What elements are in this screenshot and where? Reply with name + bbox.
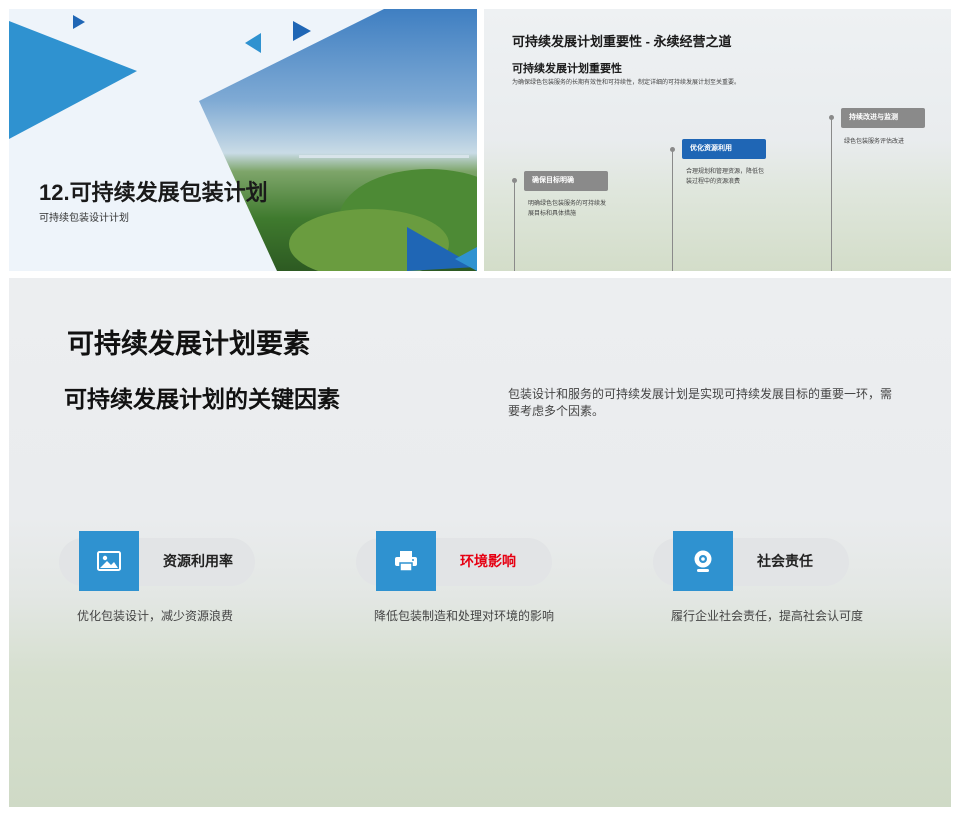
step-desc-line: 展目标和具体措施 <box>528 211 577 217</box>
slide-main[interactable]: 可持续发展计划要素 可持续发展计划的关键因素 包装设计和服务的可持续发展计划是实… <box>9 278 951 807</box>
image-icon <box>97 551 121 571</box>
cover-artwork <box>9 9 477 271</box>
step-desc-line: 绿色包装服务评估改进 <box>844 139 905 145</box>
timeline-dot <box>829 115 834 120</box>
factor-desc: 降低包装制造和处理对环境的影响 <box>374 609 555 623</box>
timeline-dot <box>670 147 675 152</box>
slide3-intro: 包装设计和服务的可持续发展计划是实现可持续发展目标的重要一环，需要考虑多个因素。 <box>508 387 893 418</box>
timeline-line <box>672 150 673 271</box>
step-desc: 绿色包装服务评估改进 <box>844 137 904 147</box>
step-desc-line: 合理规划和管理资源，降低包 <box>686 169 765 175</box>
factor-desc: 优化包装设计，减少资源浪费 <box>77 609 234 623</box>
slide2-title: 可持续发展计划重要性 - 永续经营之道 <box>512 34 732 49</box>
step-desc: 合理规划和管理资源，降低包 装过程中的资源浪费 <box>686 167 764 187</box>
factor-icon-box <box>376 531 436 591</box>
factor-label: 环境影响 <box>460 553 516 569</box>
step-tag: 优化资源利用 <box>682 139 766 159</box>
factor-label: 社会责任 <box>757 553 813 569</box>
step-tag: 确保目标明确 <box>524 171 608 191</box>
slide-thumbnail-1[interactable]: 12.可持续发展包装计划 可持续包装设计计划 <box>9 9 477 271</box>
slide-thumbnail-2[interactable]: 可持续发展计划重要性 - 永续经营之道 可持续发展计划重要性 为确保绿色包装服务… <box>484 9 951 271</box>
slide2-subtitle: 可持续发展计划重要性 <box>512 63 622 75</box>
factor-icon-box <box>79 531 139 591</box>
slide3-heading: 可持续发展计划要素 <box>67 329 310 359</box>
timeline-line <box>831 119 832 271</box>
step-desc: 明确绿色包装服务的可持续发 展目标和具体措施 <box>528 199 606 219</box>
step-tag: 持续改进与监测 <box>841 108 925 128</box>
webcam-icon <box>694 550 712 572</box>
timeline-dot <box>512 178 517 183</box>
slide3-subheading: 可持续发展计划的关键因素 <box>64 386 340 412</box>
slide1-subtitle: 可持续包装设计计划 <box>39 213 129 224</box>
timeline-line <box>514 181 515 271</box>
slide2-intro: 为确保绿色包装服务的长期有效性和可持续性，制定详细的可持续发展计划至关重要。 <box>512 80 741 86</box>
factor-icon-box <box>673 531 733 591</box>
factor-label: 资源利用率 <box>163 553 233 569</box>
step-desc-line: 明确绿色包装服务的可持续发 <box>528 201 607 207</box>
printer-icon <box>395 551 417 572</box>
factor-desc: 履行企业社会责任，提高社会认可度 <box>671 609 864 623</box>
slide1-title: 12.可持续发展包装计划 <box>39 180 268 205</box>
step-desc-line: 装过程中的资源浪费 <box>686 179 741 185</box>
